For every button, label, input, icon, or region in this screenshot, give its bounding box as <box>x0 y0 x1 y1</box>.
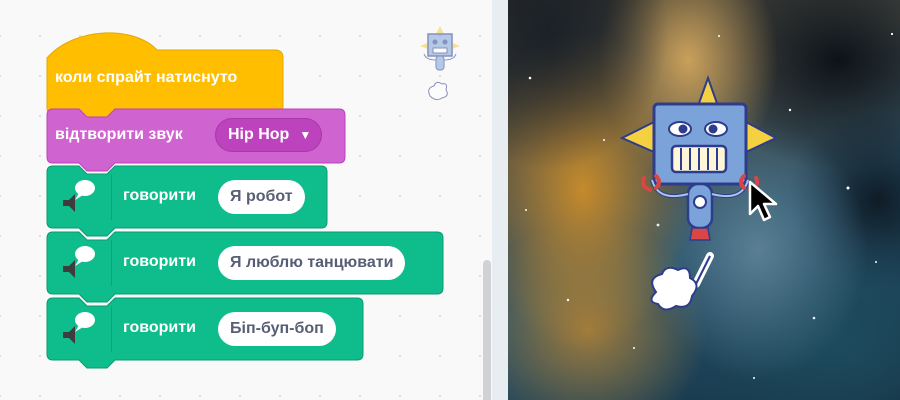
sound-dropdown-value: Hip Hop <box>228 126 290 143</box>
say-text-input[interactable]: Я робот <box>218 180 305 214</box>
mouse-pointer-icon <box>748 180 778 222</box>
say-block[interactable]: говорити Я робот <box>45 164 329 237</box>
say-block-label: говорити <box>123 187 196 204</box>
panel-divider <box>492 0 508 400</box>
sound-dropdown[interactable]: Hip Hop ▼ <box>215 118 323 152</box>
code-area[interactable]: коли спрайт натиснуто відтворити звук Hi… <box>0 0 492 400</box>
say-block[interactable]: говорити Я люблю танцювати <box>45 230 447 303</box>
speech-bubble-icon <box>63 246 95 278</box>
sound-block-label: відтворити звук <box>55 126 183 143</box>
say-text-input[interactable]: Біп-буп-боп <box>218 312 336 346</box>
say-block-label: говорити <box>123 253 196 270</box>
say-block-label: говорити <box>123 319 196 336</box>
icon-separator <box>111 306 112 352</box>
play-sound-block[interactable]: відтворити звук Hip Hop ▼ <box>45 107 347 172</box>
hat-block-label: коли спрайт натиснуто <box>55 69 238 86</box>
when-sprite-clicked-block[interactable]: коли спрайт натиснуто <box>45 28 285 118</box>
icon-separator <box>111 174 112 220</box>
say-block[interactable]: говорити Біп-буп-боп <box>45 296 367 370</box>
speech-bubble-icon <box>63 312 95 344</box>
workspace-scrollbar[interactable] <box>483 260 491 400</box>
stage[interactable] <box>508 0 900 400</box>
say-text-input[interactable]: Я люблю танцювати <box>218 246 406 280</box>
icon-separator <box>111 240 112 286</box>
chevron-down-icon: ▼ <box>299 128 312 142</box>
speech-bubble-icon <box>63 180 95 212</box>
robot-sprite-icon <box>420 26 460 101</box>
